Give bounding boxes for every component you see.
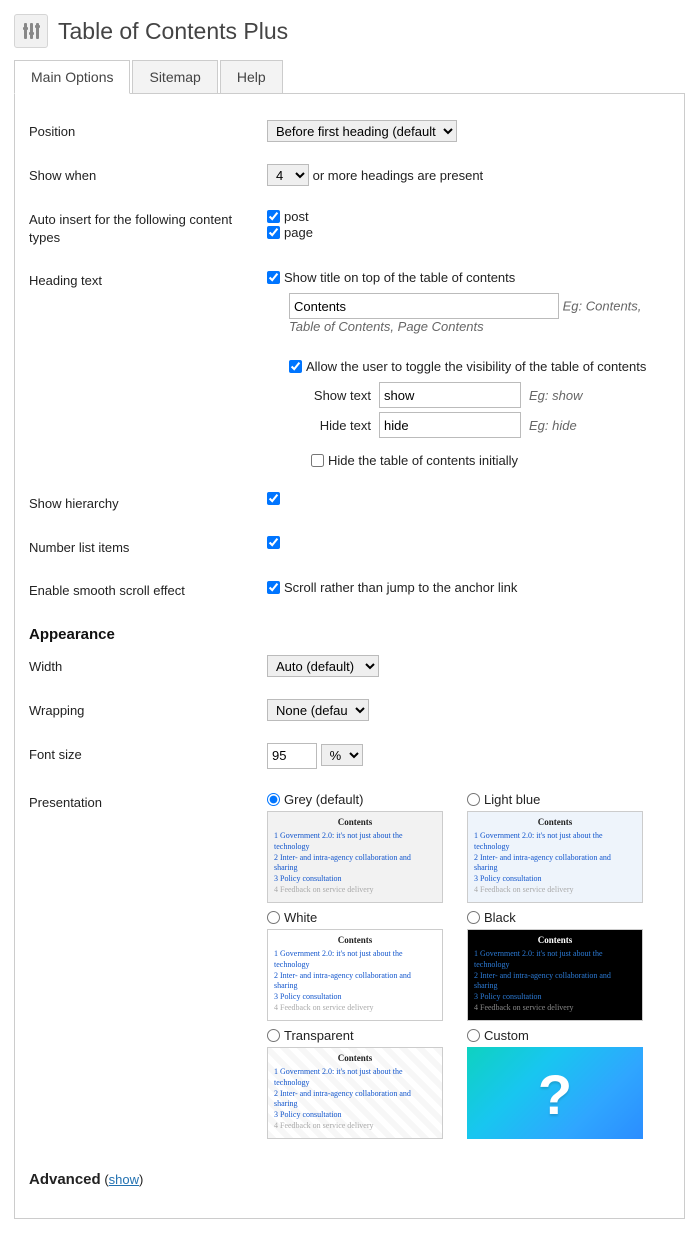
tab-main-options[interactable]: Main Options (14, 60, 130, 94)
smooth-scroll-text: Scroll rather than jump to the anchor li… (284, 580, 517, 595)
number-list-label: Number list items (29, 536, 267, 557)
number-list-checkbox[interactable] (267, 536, 280, 549)
show-when-select[interactable]: 4 (267, 164, 309, 186)
preset-white-swatch: Contents 1 Government 2.0: it's not just… (267, 929, 443, 1021)
page-title: Table of Contents Plus (58, 18, 288, 45)
show-title-text: Show title on top of the table of conten… (284, 270, 515, 285)
settings-icon (14, 14, 48, 48)
font-size-unit-select[interactable]: % (321, 744, 363, 766)
auto-insert-label: Auto insert for the following content ty… (29, 208, 267, 247)
preset-black-swatch: Contents 1 Government 2.0: it's not just… (467, 929, 643, 1021)
auto-insert-page-checkbox[interactable] (267, 226, 280, 239)
advanced-title: Advanced (29, 1171, 101, 1188)
show-when-label: Show when (29, 164, 267, 185)
width-select[interactable]: Auto (default) (267, 655, 379, 677)
question-mark-icon: ? (538, 1057, 572, 1133)
preset-light-blue-swatch: Contents 1 Government 2.0: it's not just… (467, 811, 643, 903)
preset-transparent-swatch: Contents 1 Government 2.0: it's not just… (267, 1047, 443, 1139)
show-hierarchy-label: Show hierarchy (29, 492, 267, 513)
show-text-hint: Eg: show (529, 388, 582, 403)
show-text-input[interactable] (379, 382, 521, 408)
wrapping-label: Wrapping (29, 699, 267, 720)
preset-black-radio[interactable] (467, 911, 480, 924)
auto-insert-page-text: page (284, 225, 313, 240)
tab-help[interactable]: Help (220, 60, 283, 94)
allow-toggle-text: Allow the user to toggle the visibility … (306, 359, 646, 374)
auto-insert-post-checkbox[interactable] (267, 210, 280, 223)
font-size-label: Font size (29, 743, 267, 764)
hide-initially-checkbox[interactable] (311, 454, 324, 467)
position-label: Position (29, 120, 267, 141)
hide-text-label: Hide text (311, 418, 371, 433)
advanced-show-link[interactable]: show (109, 1172, 139, 1187)
font-size-input[interactable] (267, 743, 317, 769)
hide-text-input[interactable] (379, 412, 521, 438)
preset-white-text: White (284, 910, 317, 925)
preset-light-blue-radio[interactable] (467, 793, 480, 806)
tab-content: Position Before first heading (default) … (14, 94, 685, 1219)
preset-white-radio[interactable] (267, 911, 280, 924)
preset-grey-text: Grey (default) (284, 792, 363, 807)
preset-transparent-radio[interactable] (267, 1029, 280, 1042)
preset-grey-swatch: Contents 1 Government 2.0: it's not just… (267, 811, 443, 903)
show-text-label: Show text (311, 388, 371, 403)
nav-tabs: Main Options Sitemap Help (14, 60, 685, 94)
width-label: Width (29, 655, 267, 676)
preset-custom-text: Custom (484, 1028, 529, 1043)
tab-sitemap[interactable]: Sitemap (132, 60, 217, 94)
preset-black-text: Black (484, 910, 516, 925)
wrapping-select[interactable]: None (default) (267, 699, 369, 721)
position-select[interactable]: Before first heading (default) (267, 120, 457, 142)
page-header: Table of Contents Plus (14, 14, 685, 48)
smooth-scroll-checkbox[interactable] (267, 581, 280, 594)
heading-text-input[interactable] (289, 293, 559, 319)
preset-grey-radio[interactable] (267, 793, 280, 806)
presentation-label: Presentation (29, 791, 267, 812)
hide-initially-text: Hide the table of contents initially (328, 453, 518, 468)
preset-custom-radio[interactable] (467, 1029, 480, 1042)
heading-text-label: Heading text (29, 269, 267, 290)
preset-custom-swatch: ? (467, 1047, 643, 1139)
appearance-title: Appearance (29, 626, 670, 643)
show-hierarchy-checkbox[interactable] (267, 492, 280, 505)
smooth-scroll-label: Enable smooth scroll effect (29, 579, 267, 600)
hide-text-hint: Eg: hide (529, 418, 577, 433)
auto-insert-post-text: post (284, 209, 309, 224)
show-title-checkbox[interactable] (267, 271, 280, 284)
allow-toggle-checkbox[interactable] (289, 360, 302, 373)
preset-light-blue-text: Light blue (484, 792, 540, 807)
preset-transparent-text: Transparent (284, 1028, 354, 1043)
show-when-after-text: or more headings are present (313, 168, 484, 183)
